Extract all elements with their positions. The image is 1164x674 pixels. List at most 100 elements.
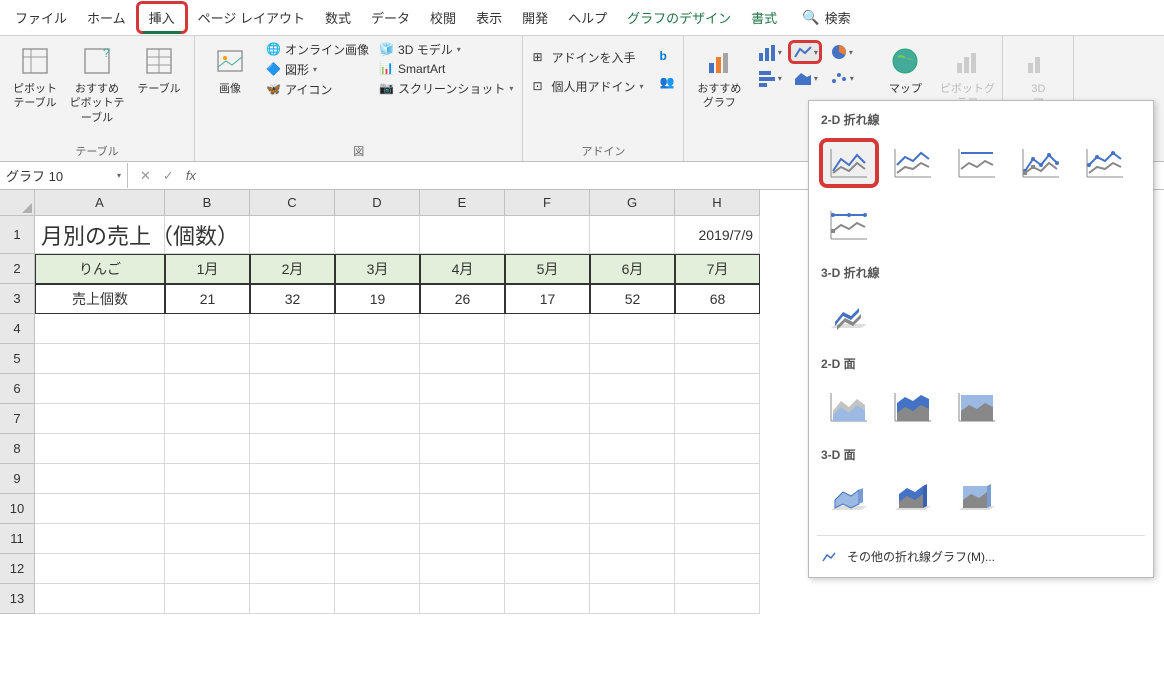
cell-B3[interactable]: 21 [165, 284, 250, 314]
cell-D12[interactable] [335, 554, 420, 584]
cell-H10[interactable] [675, 494, 760, 524]
cell-B6[interactable] [165, 374, 250, 404]
cell-D13[interactable] [335, 584, 420, 614]
cell-E1[interactable] [420, 216, 505, 254]
fx-icon[interactable]: fx [186, 168, 196, 183]
cell-H3[interactable]: 68 [675, 284, 760, 314]
cell-C10[interactable] [250, 494, 335, 524]
cell-G4[interactable] [590, 314, 675, 344]
cell-H2[interactable]: 7月 [675, 254, 760, 284]
cell-F10[interactable] [505, 494, 590, 524]
tab-review[interactable]: 校閲 [420, 1, 466, 34]
people-button[interactable]: 👥 [656, 74, 677, 90]
cell-E10[interactable] [420, 494, 505, 524]
tab-data[interactable]: データ [361, 1, 420, 34]
row-header-1[interactable]: 1 [0, 216, 35, 254]
cell-G10[interactable] [590, 494, 675, 524]
cell-D1[interactable] [335, 216, 420, 254]
cell-E11[interactable] [420, 524, 505, 554]
col-header-B[interactable]: B [165, 190, 250, 216]
cell-G13[interactable] [590, 584, 675, 614]
cell-G1[interactable] [590, 216, 675, 254]
screenshot-button[interactable]: 📷 スクリーンショット▾ [376, 79, 516, 98]
cell-H6[interactable] [675, 374, 760, 404]
row-header-3[interactable]: 3 [0, 284, 35, 314]
icons-button[interactable]: 🦋 アイコン [263, 80, 372, 99]
pictures-button[interactable]: 画像 [201, 40, 259, 99]
cell-C7[interactable] [250, 404, 335, 434]
cell-B5[interactable] [165, 344, 250, 374]
row-header-11[interactable]: 11 [0, 524, 35, 554]
line-chart-button[interactable]: ▾ [788, 40, 822, 64]
cell-C4[interactable] [250, 314, 335, 344]
cell-G8[interactable] [590, 434, 675, 464]
col-header-A[interactable]: A [35, 190, 165, 216]
cell-B10[interactable] [165, 494, 250, 524]
bing-button[interactable]: b [656, 48, 677, 64]
search-section[interactable]: 🔍 検索 [787, 8, 850, 27]
row-header-10[interactable]: 10 [0, 494, 35, 524]
tab-help[interactable]: ヘルプ [558, 1, 617, 34]
cell-F2[interactable]: 5月 [505, 254, 590, 284]
cell-A2[interactable]: りんご [35, 254, 165, 284]
cell-G11[interactable] [590, 524, 675, 554]
3d-area-option-2[interactable] [883, 473, 943, 523]
cell-C13[interactable] [250, 584, 335, 614]
row-header-7[interactable]: 7 [0, 404, 35, 434]
cell-C3[interactable]: 32 [250, 284, 335, 314]
cell-H8[interactable] [675, 434, 760, 464]
cell-C6[interactable] [250, 374, 335, 404]
cell-A9[interactable] [35, 464, 165, 494]
cell-E4[interactable] [420, 314, 505, 344]
cell-A7[interactable] [35, 404, 165, 434]
pie-chart-button[interactable]: ▾ [824, 40, 858, 64]
line-chart-option-3[interactable] [947, 138, 1007, 188]
cell-H12[interactable] [675, 554, 760, 584]
cell-C1[interactable] [250, 216, 335, 254]
cell-F5[interactable] [505, 344, 590, 374]
cell-E7[interactable] [420, 404, 505, 434]
bar-chart-button[interactable]: ▾ [752, 66, 786, 90]
cell-F8[interactable] [505, 434, 590, 464]
cell-F7[interactable] [505, 404, 590, 434]
cell-E9[interactable] [420, 464, 505, 494]
cell-D2[interactable]: 3月 [335, 254, 420, 284]
col-header-C[interactable]: C [250, 190, 335, 216]
cell-E5[interactable] [420, 344, 505, 374]
cell-E6[interactable] [420, 374, 505, 404]
tab-chartdesign[interactable]: グラフのデザイン [617, 1, 741, 34]
my-addins-button[interactable]: ⊡ 個人用アドイン▾ [529, 77, 646, 96]
cell-A11[interactable] [35, 524, 165, 554]
cell-H9[interactable] [675, 464, 760, 494]
cell-F6[interactable] [505, 374, 590, 404]
area-chart-button[interactable]: ▾ [788, 66, 822, 90]
line-chart-option-2[interactable] [883, 138, 943, 188]
cell-D3[interactable]: 19 [335, 284, 420, 314]
cell-A5[interactable] [35, 344, 165, 374]
cell-A4[interactable] [35, 314, 165, 344]
3d-area-option-1[interactable] [819, 473, 879, 523]
2d-area-option-1[interactable] [819, 382, 879, 432]
line-chart-option-1[interactable] [819, 138, 879, 188]
cell-G9[interactable] [590, 464, 675, 494]
cell-F13[interactable] [505, 584, 590, 614]
cell-D10[interactable] [335, 494, 420, 524]
3d-area-option-3[interactable] [947, 473, 1007, 523]
tab-pagelayout[interactable]: ページ レイアウト [188, 1, 315, 34]
tab-file[interactable]: ファイル [5, 1, 77, 34]
tab-home[interactable]: ホーム [77, 1, 136, 34]
cell-F3[interactable]: 17 [505, 284, 590, 314]
row-header-12[interactable]: 12 [0, 554, 35, 584]
row-header-4[interactable]: 4 [0, 314, 35, 344]
cell-A12[interactable] [35, 554, 165, 584]
cell-E13[interactable] [420, 584, 505, 614]
cell-B12[interactable] [165, 554, 250, 584]
cell-E8[interactable] [420, 434, 505, 464]
cell-G7[interactable] [590, 404, 675, 434]
row-header-9[interactable]: 9 [0, 464, 35, 494]
tab-format[interactable]: 書式 [741, 1, 787, 34]
cell-A8[interactable] [35, 434, 165, 464]
cell-A3[interactable]: 売上個数 [35, 284, 165, 314]
tab-insert[interactable]: 挿入 [136, 1, 188, 34]
cell-F12[interactable] [505, 554, 590, 584]
